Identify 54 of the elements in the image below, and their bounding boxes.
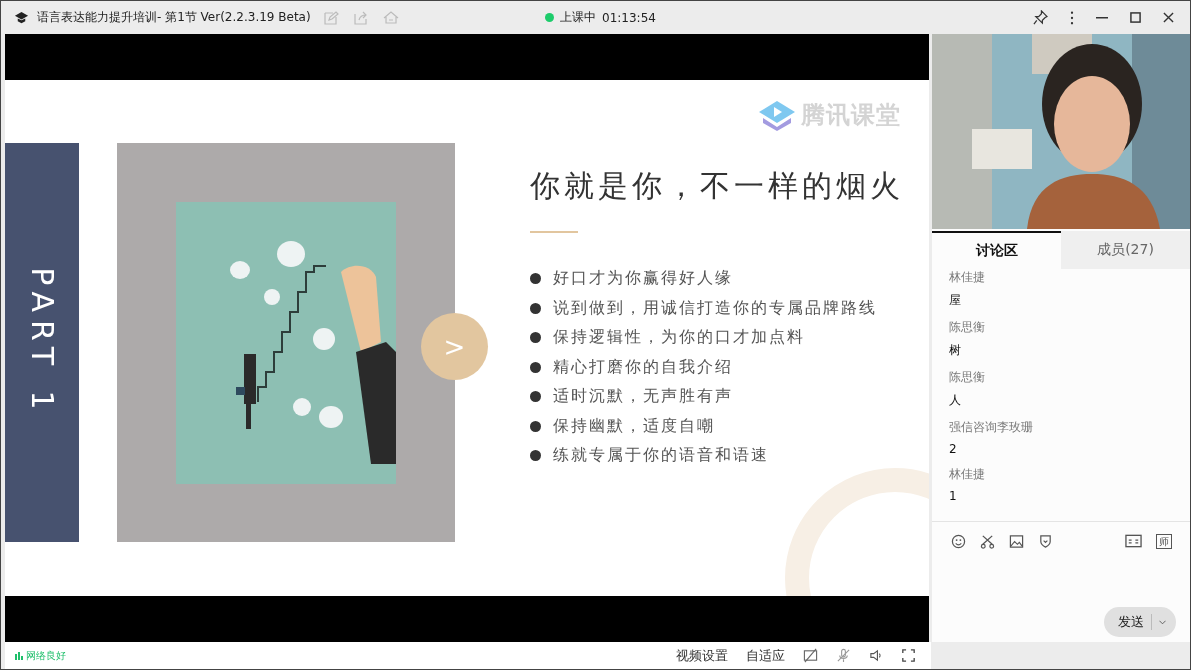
part-label: PART 1 (24, 267, 60, 418)
message-sender: 陈思衡 (949, 369, 986, 386)
maximize-icon[interactable] (1130, 12, 1141, 23)
bullet-icon (530, 302, 541, 314)
network-status: 网络良好 (26, 648, 66, 663)
message-text: 树 (949, 342, 962, 359)
toolbar-button[interactable]: 视频设置 (676, 646, 728, 665)
speaker-icon[interactable] (869, 648, 884, 663)
bullet-text: 练就专属于你的语音和语速 (553, 445, 769, 467)
chat-tab[interactable]: 成员(27) (1061, 231, 1190, 269)
bullet-text: 保持逻辑性，为你的口才加点料 (553, 327, 805, 349)
minimize-icon[interactable] (1096, 16, 1108, 19)
shield-icon[interactable] (1038, 533, 1053, 549)
message-sender: 林佳捷 (949, 466, 986, 483)
emoji-icon[interactable] (951, 533, 966, 549)
mic-off-icon[interactable] (836, 648, 851, 663)
logo-icon (14, 10, 29, 25)
id-card-icon[interactable] (1125, 534, 1142, 548)
message-sender: 陈思衡 (949, 319, 986, 336)
pin-icon[interactable] (1033, 10, 1048, 25)
bullet-icon (530, 420, 541, 432)
bullet-icon (530, 450, 541, 462)
bullet-icon (530, 361, 541, 373)
message-text: 2 (949, 442, 958, 456)
window-title: 语言表达能力提升培训- 第1节 Ver(2.2.3.19 Beta) (37, 9, 311, 26)
message-text: 人 (949, 392, 962, 409)
message-text: 1 (949, 489, 958, 503)
screen-off-icon[interactable] (803, 648, 818, 663)
logo-icon (757, 98, 797, 132)
close-icon[interactable] (1163, 12, 1174, 23)
toolbar-button[interactable]: 自适应 (746, 646, 785, 665)
message-text: 屋 (949, 292, 962, 309)
bullet-text: 说到做到，用诚信打造你的专属品牌路线 (553, 297, 877, 319)
fullscreen-icon[interactable] (902, 649, 915, 662)
class-status: 上课中 (560, 9, 596, 26)
bullet-icon (530, 391, 541, 403)
more-icon[interactable] (1070, 10, 1074, 25)
message-sender: 强信咨询李玫珊 (949, 419, 1034, 436)
bullet-text: 保持幽默，适度自嘲 (553, 415, 715, 437)
scissors-icon[interactable] (980, 533, 995, 549)
bullet-text: 精心打磨你的自我介绍 (553, 356, 733, 378)
image-icon[interactable] (1009, 533, 1024, 549)
bullet-text: 适时沉默，无声胜有声 (553, 386, 733, 408)
bullet-icon (530, 273, 541, 285)
bullet-icon (530, 332, 541, 344)
send-button[interactable]: 发送 (1104, 607, 1176, 637)
slide-title: 你就是你，不一样的烟火 (530, 167, 904, 205)
signal-icon (15, 651, 23, 660)
teacher-chat-button[interactable]: 师 (1156, 533, 1172, 549)
live-status-dot (545, 13, 554, 22)
bullet-text: 好口才为你赢得好人缘 (553, 268, 733, 290)
class-timer: 01:13:54 (602, 10, 656, 25)
caret-icon (1159, 619, 1166, 625)
message-sender: 林佳捷 (949, 269, 986, 286)
